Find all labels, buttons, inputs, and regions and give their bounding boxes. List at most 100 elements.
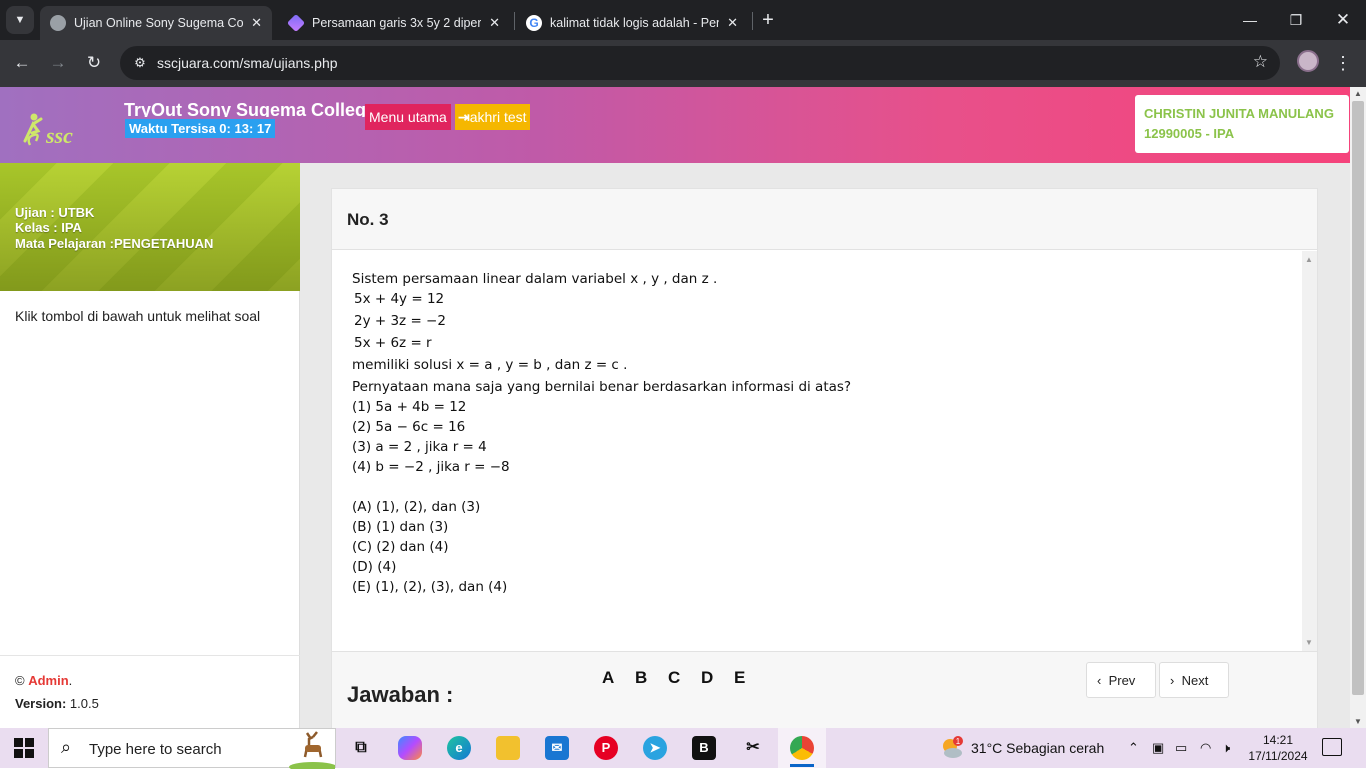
version: Version: 1.0.5 xyxy=(15,696,99,711)
copyright-period: . xyxy=(68,673,73,688)
edge-icon[interactable]: e xyxy=(447,736,471,760)
show-hidden-icons-icon[interactable]: ⌃ xyxy=(1128,740,1139,756)
close-tab-icon[interactable]: ✕ xyxy=(251,15,262,31)
answer-label: Jawaban : xyxy=(347,682,454,707)
chrome-taskbar-button[interactable] xyxy=(778,728,826,768)
profile-avatar[interactable] xyxy=(1297,50,1319,72)
meet-now-icon[interactable]: ▣ xyxy=(1152,740,1164,756)
student-id: 12990005 - IPA xyxy=(1144,126,1235,141)
notification-center-icon[interactable] xyxy=(1322,738,1342,756)
tab-separator xyxy=(514,12,515,30)
scroll-down-icon[interactable]: ▼ xyxy=(1354,717,1362,726)
more-menu-icon[interactable]: ⋮ xyxy=(1334,50,1352,76)
scroll-up-icon[interactable]: ▲ xyxy=(1305,255,1313,264)
address-toolbar: ← → ↻ ⚙ sscjuara.com/sma/ujians.php ☆ ⋮ xyxy=(0,40,1366,87)
forward-arrow-icon[interactable]: → xyxy=(45,50,71,76)
answer-option-e[interactable]: E xyxy=(734,668,767,688)
close-window-icon[interactable]: ✕ xyxy=(1320,0,1366,40)
question-header: No. 3 xyxy=(332,189,1317,250)
file-explorer-icon[interactable] xyxy=(496,736,520,760)
sidebar-footer: © Admin. Version: 1.0.5 xyxy=(0,655,300,728)
chrome-icon xyxy=(790,736,814,760)
minimize-icon[interactable]: — xyxy=(1227,0,1273,40)
pinterest-icon[interactable]: P xyxy=(594,736,618,760)
next-button[interactable]: › Next xyxy=(1159,662,1229,698)
chevron-left-icon: ‹ xyxy=(1097,673,1102,688)
answer-option-a[interactable]: A xyxy=(602,668,635,688)
copilot-icon[interactable] xyxy=(398,736,422,760)
telegram-icon[interactable]: ➤ xyxy=(643,736,667,760)
taskbar-search-box[interactable]: ⌕ Type here to search xyxy=(48,728,336,769)
answer-option-b[interactable]: B xyxy=(635,668,668,688)
tab-persamaan-garis[interactable]: Persamaan garis 3x 5y 2 diperoleh ✕ xyxy=(278,6,510,40)
question-list-hint: Klik tombol di bawah untuk melihat soal xyxy=(15,308,261,324)
next-label: Next xyxy=(1181,673,1209,688)
back-arrow-icon[interactable]: ← xyxy=(9,50,35,76)
mail-icon[interactable]: ✉ xyxy=(545,736,569,760)
app-title: TryOut Sony Sugema College xyxy=(124,100,377,117)
question-number: No. 3 xyxy=(347,210,389,229)
web-page: ssc TryOut Sony Sugema College Waktu Ter… xyxy=(0,87,1350,728)
student-card: CHRISTIN JUNITA MANULANG 12990005 - IPA xyxy=(1135,95,1349,153)
perplexity-icon xyxy=(286,13,306,33)
choice-a: (A) (1), (2), dan (3) xyxy=(352,499,481,515)
answer-option-c[interactable]: C xyxy=(668,668,701,688)
class-label: Kelas : IPA xyxy=(15,220,82,235)
bold-app-icon[interactable]: B xyxy=(692,736,716,760)
tab-search-dropdown-button[interactable]: ▼ xyxy=(6,6,34,34)
tab-title: Ujian Online Sony Sugema College xyxy=(74,16,244,30)
active-indicator xyxy=(790,764,814,767)
bookmark-star-icon[interactable]: ☆ xyxy=(1253,52,1268,72)
close-tab-icon[interactable]: ✕ xyxy=(489,15,500,31)
close-tab-icon[interactable]: ✕ xyxy=(727,15,738,31)
admin-link[interactable]: Admin xyxy=(28,673,68,688)
tab-ujian-online[interactable]: Ujian Online Sony Sugema College ✕ xyxy=(40,6,272,40)
scroll-down-icon[interactable]: ▼ xyxy=(1305,638,1313,647)
question-body[interactable]: Sistem persamaan linear dalam variabel x… xyxy=(332,251,1317,651)
equation-line: 5x + 6z = r xyxy=(354,335,432,351)
end-test-button[interactable]: ⇥akhri test xyxy=(455,104,530,130)
answer-option-d[interactable]: D xyxy=(701,668,734,688)
choice-b: (B) (1) dan (3) xyxy=(352,519,449,535)
end-test-label: akhri test xyxy=(469,109,527,125)
windows-taskbar: ⌕ Type here to search ⧉ e ✉ P ➤ B ✂ 1 31… xyxy=(0,728,1366,769)
student-name: CHRISTIN JUNITA MANULANG xyxy=(1144,106,1334,121)
windows-start-icon[interactable] xyxy=(14,738,34,758)
scroll-up-icon[interactable]: ▲ xyxy=(1354,89,1362,98)
question-scrollbar[interactable]: ▲ ▼ xyxy=(1302,251,1317,651)
restore-icon[interactable]: ❐ xyxy=(1273,0,1319,40)
volume-muted-icon[interactable]: 🕨 xyxy=(1222,740,1230,756)
search-icon: ⌕ xyxy=(61,737,72,757)
site-info-icon[interactable]: ⚙ xyxy=(130,53,150,73)
page-scrollbar[interactable]: ▲ ▼ xyxy=(1350,87,1366,728)
exam-label: Ujian : UTBK xyxy=(15,205,95,220)
weather-text[interactable]: 31°C Sebagian cerah xyxy=(971,740,1104,756)
search-placeholder: Type here to search xyxy=(89,741,222,758)
tab-title: Persamaan garis 3x 5y 2 diperoleh xyxy=(312,16,482,30)
new-tab-icon[interactable]: + xyxy=(758,8,778,32)
main-menu-button[interactable]: Menu utama xyxy=(365,104,451,130)
equation-line: 2y + 3z = −2 xyxy=(354,313,446,329)
clock-date: 17/11/2024 xyxy=(1248,749,1308,763)
tab-kalimat-tidak-logis[interactable]: G kalimat tidak logis adalah - Pencarian… xyxy=(516,6,748,40)
ssc-logo: ssc xyxy=(23,113,73,148)
statement-line: (1) 5a + 4b = 12 xyxy=(352,399,467,415)
address-bar[interactable]: ⚙ sscjuara.com/sma/ujians.php ☆ xyxy=(120,46,1280,80)
copyright-symbol: © xyxy=(15,673,25,688)
url-text[interactable]: sscjuara.com/sma/ujians.php xyxy=(157,55,338,71)
scrollbar-thumb[interactable] xyxy=(1352,101,1364,695)
statement-line: (4) b = −2 , jika r = −8 xyxy=(352,459,510,475)
browser-tab-bar: ▼ Ujian Online Sony Sugema College ✕ Per… xyxy=(0,0,1366,40)
deer-illustration-icon xyxy=(289,731,335,769)
task-view-icon[interactable]: ⧉ xyxy=(349,736,373,760)
equation-line: 5x + 4y = 12 xyxy=(354,291,445,307)
weather-icon[interactable]: 1 xyxy=(940,736,964,760)
wifi-icon[interactable]: ◠ xyxy=(1200,740,1211,756)
battery-icon[interactable]: ▭ xyxy=(1175,740,1187,756)
tab-separator xyxy=(752,12,753,30)
system-clock[interactable]: 14:21 17/11/2024 xyxy=(1246,732,1310,764)
reload-icon[interactable]: ↻ xyxy=(81,50,107,76)
prev-button[interactable]: ‹ Prev xyxy=(1086,662,1156,698)
capcut-icon[interactable]: ✂ xyxy=(741,736,765,760)
sign-in-icon: ⇥ xyxy=(458,109,470,125)
